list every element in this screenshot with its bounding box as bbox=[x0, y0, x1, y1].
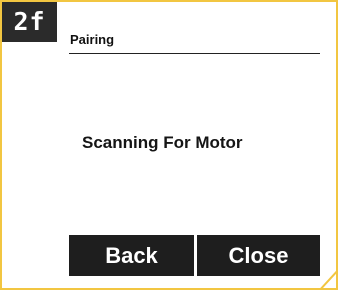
title-divider bbox=[69, 53, 320, 54]
status-message: Scanning For Motor bbox=[82, 133, 243, 152]
screen-title: Pairing bbox=[70, 32, 115, 47]
close-button[interactable]: Close bbox=[197, 235, 320, 276]
back-button[interactable]: Back bbox=[69, 235, 194, 276]
step-badge: 2f bbox=[2, 2, 57, 42]
pairing-screen: 2f Pairing Scanning For Motor Back Close bbox=[0, 0, 338, 290]
